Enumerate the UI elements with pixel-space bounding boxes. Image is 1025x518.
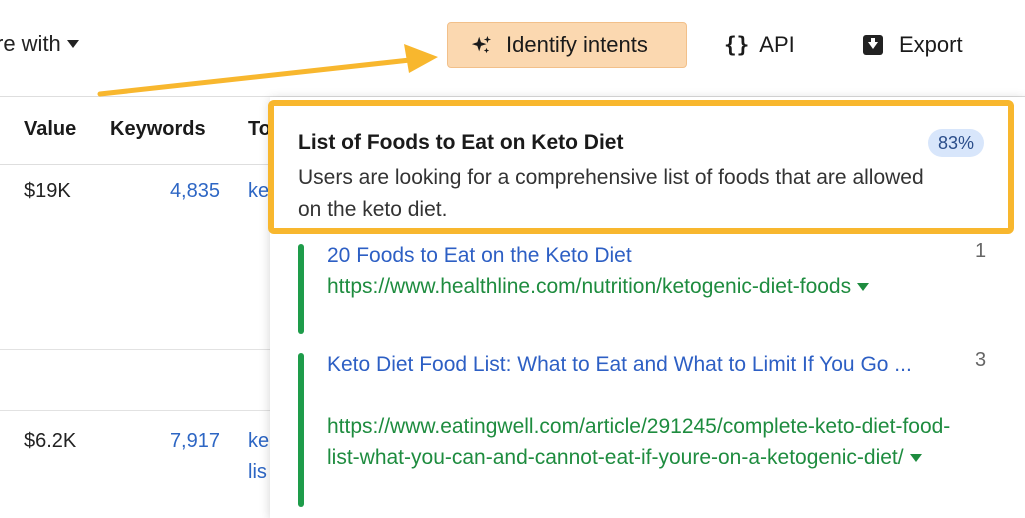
- chevron-down-icon: [66, 40, 79, 48]
- download-icon: [863, 35, 883, 55]
- api-button[interactable]: {} API: [724, 22, 795, 68]
- chevron-down-icon[interactable]: [909, 454, 922, 462]
- value-cell: $19K: [24, 180, 71, 202]
- column-header-keywords[interactable]: Keywords: [110, 118, 206, 141]
- confidence-badge: 83%: [928, 129, 985, 157]
- intent-title: List of Foods to Eat on Keto Diet: [298, 131, 624, 154]
- result-rank: 1: [975, 240, 987, 262]
- result-url[interactable]: https://www.healthline.com/nutrition/ket…: [327, 271, 952, 302]
- result-indicator-bar: [298, 244, 304, 334]
- compare-with-label: re with: [0, 31, 61, 56]
- intent-description: Users are looking for a comprehensive li…: [298, 166, 924, 221]
- top-keyword-link-continued[interactable]: lis: [248, 461, 267, 484]
- export-button[interactable]: Export: [863, 22, 963, 68]
- column-header-value[interactable]: Value: [24, 118, 76, 141]
- value-cell: $6.2K: [24, 430, 77, 452]
- result-indicator-bar: [298, 353, 304, 507]
- result-url-text: https://www.eatingwell.com/article/29124…: [327, 415, 951, 469]
- compare-with-dropdown[interactable]: re with: [0, 31, 79, 57]
- result-title-link[interactable]: Keto Diet Food List: What to Eat and Wha…: [327, 349, 947, 380]
- api-label: API: [759, 32, 795, 57]
- keywords-link[interactable]: 4,835: [140, 180, 220, 203]
- row-divider: [0, 410, 280, 411]
- identify-intents-button[interactable]: Identify intents: [447, 22, 687, 68]
- identify-intents-label: Identify intents: [506, 32, 648, 57]
- export-label: Export: [899, 32, 963, 57]
- result-url[interactable]: https://www.eatingwell.com/article/29124…: [327, 411, 952, 473]
- result-title-link[interactable]: 20 Foods to Eat on the Keto Diet: [327, 240, 947, 271]
- code-braces-icon: {}: [724, 33, 750, 57]
- sparkle-icon: [471, 35, 492, 54]
- result-rank: 3: [975, 349, 987, 371]
- result-url-text: https://www.healthline.com/nutrition/ket…: [327, 275, 852, 298]
- top-keyword-link[interactable]: ke: [248, 180, 269, 203]
- chevron-down-icon[interactable]: [857, 283, 870, 291]
- keywords-link[interactable]: 7,917: [140, 430, 220, 453]
- top-keyword-link[interactable]: ke: [248, 430, 269, 453]
- row-divider: [0, 349, 280, 350]
- toolbar: re with Identify intents {} API Export: [0, 0, 1025, 97]
